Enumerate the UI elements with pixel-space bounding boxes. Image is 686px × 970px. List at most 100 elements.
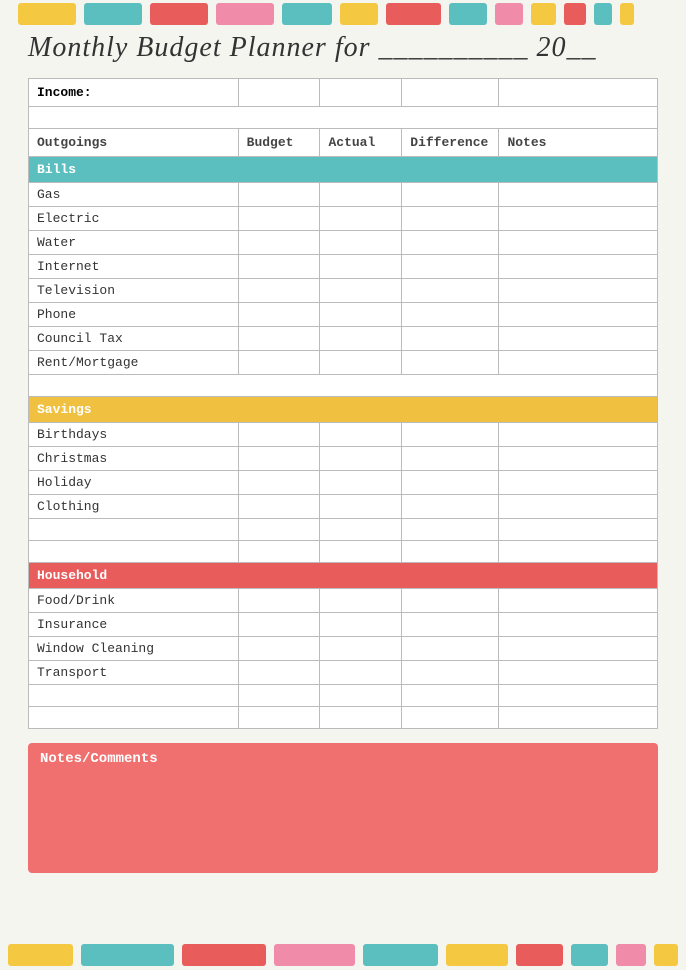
bar-seg <box>564 3 586 25</box>
table-row: Internet <box>29 255 658 279</box>
bar-seg <box>516 944 564 966</box>
bar-seg <box>274 0 282 22</box>
table-row: Clothing <box>29 495 658 519</box>
income-actual <box>320 79 402 107</box>
section-household-header: Household <box>29 563 658 589</box>
item-internet: Internet <box>29 255 239 279</box>
table-row: Window Cleaning <box>29 637 658 661</box>
bar-seg <box>150 3 208 25</box>
bar-seg <box>363 944 437 966</box>
spacer-row <box>29 107 658 129</box>
item-council-tax: Council Tax <box>29 327 239 351</box>
table-row: Christmas <box>29 447 658 471</box>
bills-label: Bills <box>29 157 658 183</box>
item-clothing: Clothing <box>29 495 239 519</box>
table-row <box>29 541 658 563</box>
bar-seg <box>142 0 150 22</box>
bar-seg <box>182 944 266 966</box>
table-row: Rent/Mortgage <box>29 351 658 375</box>
bar-seg <box>441 0 449 22</box>
bar-seg <box>76 0 84 22</box>
header-difference: Difference <box>402 129 499 157</box>
section-savings-header: Savings <box>29 397 658 423</box>
notes-section: Notes/Comments <box>28 743 658 873</box>
page-title: Monthly Budget Planner for __________ 20… <box>28 32 658 64</box>
item-christmas: Christmas <box>29 447 239 471</box>
header-outgoings: Outgoings <box>29 129 239 157</box>
bar-seg <box>378 0 386 22</box>
item-food-drink: Food/Drink <box>29 589 239 613</box>
table-row: Television <box>29 279 658 303</box>
bar-seg <box>340 3 378 25</box>
item-rent-mortgage: Rent/Mortgage <box>29 351 239 375</box>
bar-seg <box>571 944 607 966</box>
item-gas: Gas <box>29 183 239 207</box>
table-row: Phone <box>29 303 658 327</box>
table-row <box>29 519 658 541</box>
item-birthdays: Birthdays <box>29 423 239 447</box>
item-transport: Transport <box>29 661 239 685</box>
bar-seg <box>8 944 73 966</box>
section-bills-header: Bills <box>29 157 658 183</box>
table-row: Transport <box>29 661 658 685</box>
bar-seg <box>216 3 274 25</box>
bar-seg <box>654 944 678 966</box>
bar-seg <box>208 0 216 22</box>
bar-seg <box>531 3 556 25</box>
bar-seg <box>84 3 142 25</box>
item-insurance: Insurance <box>29 613 239 637</box>
bar-seg <box>616 944 647 966</box>
bar-seg <box>449 3 487 25</box>
bar-seg <box>556 0 564 22</box>
item-phone: Phone <box>29 303 239 327</box>
bar-seg <box>282 3 332 25</box>
header-actual: Actual <box>320 129 402 157</box>
table-row: Electric <box>29 207 658 231</box>
header-notes: Notes <box>499 129 658 157</box>
bar-seg <box>332 0 340 22</box>
bar-seg <box>386 3 441 25</box>
income-diff <box>402 79 499 107</box>
table-header-row: Outgoings Budget Actual Difference Notes <box>29 129 658 157</box>
bar-seg <box>586 0 594 22</box>
table-row: Insurance <box>29 613 658 637</box>
bar-seg <box>594 3 612 25</box>
bar-seg <box>274 944 355 966</box>
budget-table: Income: Outgoings Budget Actual Differen… <box>28 78 658 729</box>
item-window-cleaning: Window Cleaning <box>29 637 239 661</box>
bar-seg <box>634 0 686 22</box>
top-color-bar <box>0 0 686 22</box>
savings-label: Savings <box>29 397 658 423</box>
table-row: Council Tax <box>29 327 658 351</box>
table-row: Food/Drink <box>29 589 658 613</box>
spacer-row <box>29 375 658 397</box>
bar-seg <box>18 3 76 25</box>
table-row: Water <box>29 231 658 255</box>
header-budget: Budget <box>238 129 320 157</box>
table-row <box>29 707 658 729</box>
income-row: Income: <box>29 79 658 107</box>
bar-seg <box>0 0 18 22</box>
bar-seg <box>523 0 531 22</box>
page-content: Monthly Budget Planner for __________ 20… <box>0 22 686 883</box>
table-row: Gas <box>29 183 658 207</box>
bar-seg <box>620 3 634 25</box>
notes-section-title: Notes/Comments <box>40 751 646 767</box>
item-electric: Electric <box>29 207 239 231</box>
income-notes <box>499 79 658 107</box>
table-row <box>29 685 658 707</box>
bar-seg <box>495 3 523 25</box>
bar-seg <box>446 944 508 966</box>
table-row: Holiday <box>29 471 658 495</box>
bar-seg <box>612 0 620 22</box>
household-label: Household <box>29 563 658 589</box>
bar-seg <box>487 0 495 22</box>
item-water: Water <box>29 231 239 255</box>
bottom-color-bar <box>0 940 686 970</box>
item-holiday: Holiday <box>29 471 239 495</box>
item-television: Television <box>29 279 239 303</box>
bar-seg <box>81 944 174 966</box>
table-row: Birthdays <box>29 423 658 447</box>
income-budget <box>238 79 320 107</box>
income-label: Income: <box>29 79 239 107</box>
